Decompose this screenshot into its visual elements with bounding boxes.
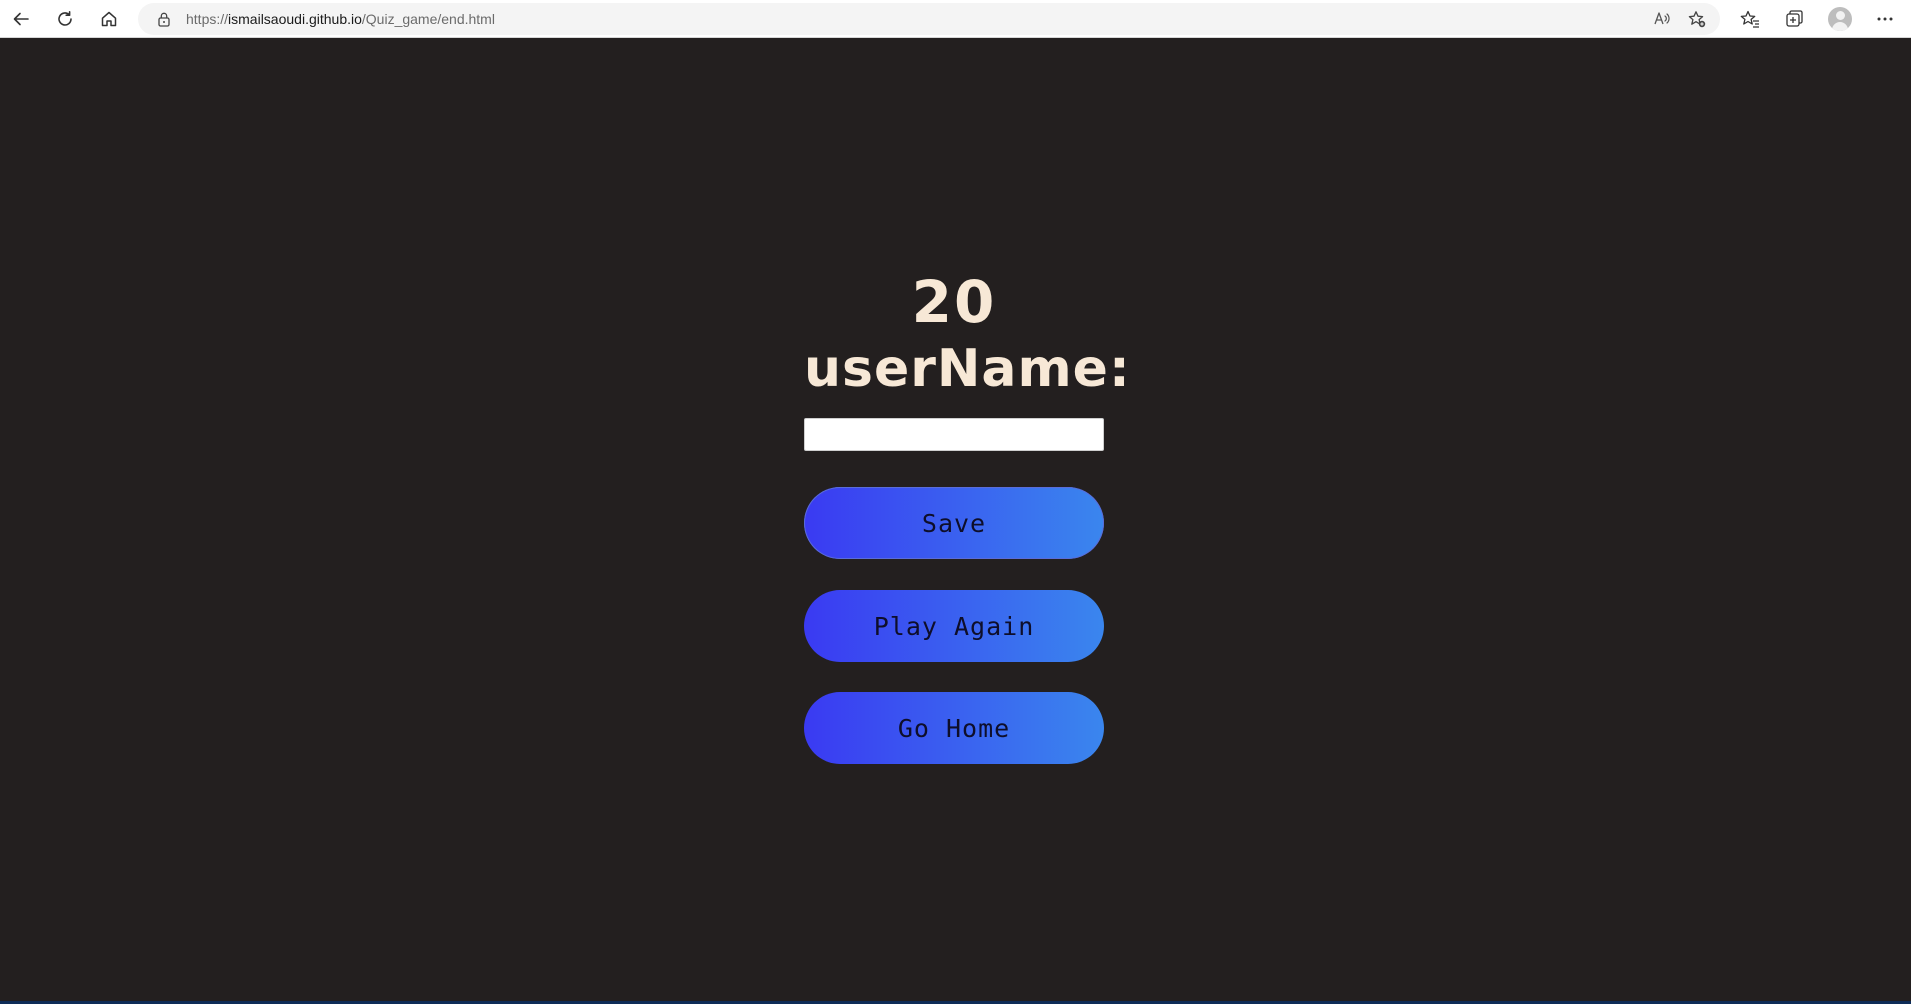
final-score: 20	[911, 268, 997, 336]
url-path: /Quiz_game/end.html	[361, 11, 495, 27]
home-button[interactable]	[94, 4, 124, 34]
play-again-button[interactable]: Play Again	[804, 590, 1104, 662]
address-bar[interactable]: https://ismailsaoudi.github.io/Quiz_game…	[138, 3, 1720, 35]
collections-button[interactable]	[1783, 8, 1805, 30]
more-menu-icon	[1877, 17, 1893, 21]
read-aloud-icon[interactable]	[1653, 10, 1671, 28]
go-home-button[interactable]: Go Home	[804, 692, 1104, 764]
back-button[interactable]	[6, 4, 36, 34]
profile-avatar[interactable]	[1828, 7, 1852, 31]
end-screen-container: 20 userName: Save Play Again Go Home	[804, 268, 1131, 764]
lock-icon[interactable]	[156, 11, 172, 27]
avatar-body-shape	[1832, 22, 1848, 31]
home-icon	[101, 11, 117, 27]
url-host: ismailsaoudi.github.io	[228, 11, 362, 27]
username-label: userName:	[804, 339, 1131, 399]
favorites-icon	[1740, 10, 1759, 28]
back-arrow-icon	[13, 12, 29, 26]
username-input[interactable]	[804, 418, 1104, 451]
favorites-button[interactable]	[1739, 8, 1761, 30]
collections-icon	[1786, 10, 1803, 27]
add-favorite-icon[interactable]	[1688, 10, 1706, 28]
url-scheme: https://	[186, 11, 229, 27]
avatar-head-shape	[1836, 11, 1845, 20]
more-menu-button[interactable]	[1874, 8, 1896, 30]
refresh-icon	[58, 11, 72, 26]
browser-toolbar: https://ismailsaoudi.github.io/Quiz_game…	[0, 0, 1911, 38]
url-text[interactable]: https://ismailsaoudi.github.io/Quiz_game…	[186, 11, 495, 27]
refresh-button[interactable]	[50, 4, 80, 34]
save-button[interactable]: Save	[804, 487, 1104, 559]
